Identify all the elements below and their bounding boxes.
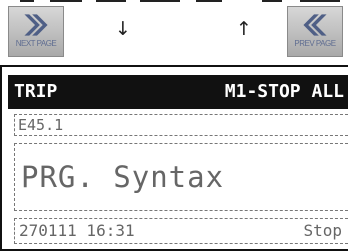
- error-message: PRG. Syntax: [21, 160, 225, 194]
- top-fragment-line: [20, 0, 34, 2]
- display-panel: TRIP M1-STOP ALL E45.1 PRG. Syntax 27011…: [0, 65, 348, 251]
- top-fragment-line: [300, 0, 340, 2]
- error-code-field: E45.1: [14, 114, 348, 136]
- header-right-text: M1-STOP ALL: [224, 81, 344, 102]
- chevrons-right-icon: [24, 14, 48, 36]
- top-fragment-line: [96, 0, 126, 2]
- chevrons-left-icon: [303, 14, 327, 36]
- message-field: PRG. Syntax: [14, 143, 348, 211]
- arrow-down-icon: ↓: [115, 18, 131, 40]
- error-code: E45.1: [18, 116, 64, 134]
- next-page-label: NEXT PAGE: [15, 39, 57, 48]
- display-header: TRIP M1-STOP ALL: [8, 75, 348, 109]
- header-left-text: TRIP: [14, 81, 58, 102]
- datetime-text: 270111 16:31: [19, 221, 135, 240]
- prev-page-button[interactable]: PREV PAGE: [287, 6, 343, 57]
- status-text: Stop: [303, 221, 342, 240]
- next-page-button[interactable]: NEXT PAGE: [8, 6, 64, 57]
- top-fragment-line: [50, 0, 82, 2]
- top-fragment-line: [262, 0, 282, 2]
- prev-page-label: PREV PAGE: [294, 39, 336, 48]
- top-fragment-line: [196, 0, 222, 2]
- status-field: 270111 16:31 Stop: [14, 218, 348, 244]
- top-fragment-line: [140, 0, 180, 2]
- arrow-up-icon: ↑: [236, 18, 252, 40]
